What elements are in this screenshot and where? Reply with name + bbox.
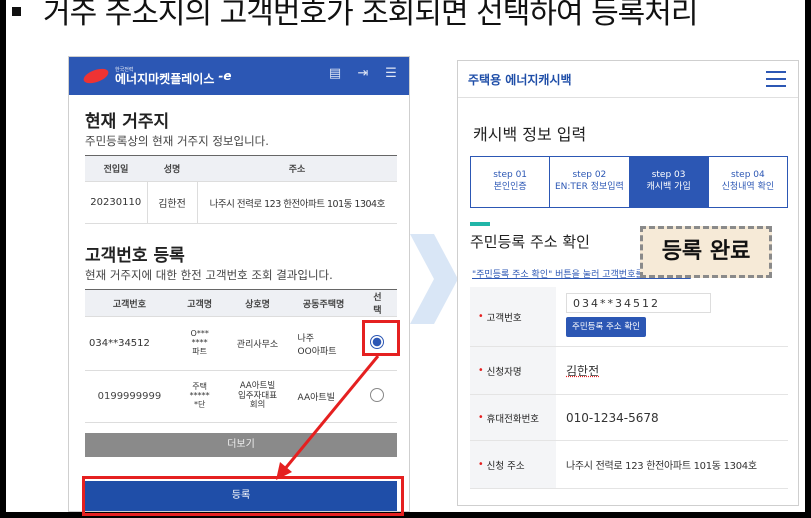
header-move-in-date: 전입일 xyxy=(85,155,147,182)
form-row-customer: • 고객번호 034**34512 주민등록 주소 확인 xyxy=(470,287,788,347)
register-highlight-box xyxy=(82,476,404,516)
more-button[interactable]: 더보기 xyxy=(85,433,397,457)
step-2: step 02 EN:TER 정보입력 xyxy=(550,157,630,207)
customer-number-field[interactable]: 034**34512 xyxy=(566,293,711,313)
step-4: step 04 신청내역 확인 xyxy=(721,170,775,192)
residence-subtitle: 주민등록상의 현재 거주지 정보입니다. xyxy=(85,134,269,148)
applicant-name-value: 김한전 xyxy=(566,364,600,378)
bullet-icon xyxy=(12,7,21,16)
form-row-address: • 신청 주소 나주시 전력로 123 한전아파트 101동 1304호 xyxy=(470,441,788,489)
table-row[interactable]: 0199999999 주택 ***** *단 AA아트빌 입주자대표회의 AA아… xyxy=(85,370,397,423)
menu-icon[interactable]: ☰ xyxy=(383,67,399,81)
customer-number-subtitle: 현재 거주지에 대한 한전 고객번호 조회 결과입니다. xyxy=(85,268,333,282)
phone-value: 010-1234-5678 xyxy=(566,410,659,425)
login-icon[interactable]: ⇥ xyxy=(355,67,371,81)
left-phone-screen: 한국전력 에너지마켓플레이스 -e ▤ ⇥ ☰ 현재 거주지 주민등록상의 현재… xyxy=(68,56,410,512)
table-row: 20230110 김한전 나주시 전력로 123 한전아파트 101동 1304… xyxy=(85,181,397,224)
table-row[interactable]: 034**34512 O*** **** 파트 관리사무소 나주 OO아파트 xyxy=(85,316,397,371)
address-check-title: 주민등록 주소 확인 xyxy=(470,233,590,251)
app-logo: 한국전력 에너지마켓플레이스 xyxy=(115,66,215,86)
application-form: • 고객번호 034**34512 주민등록 주소 확인 • 신청자명 김한전 • 휴… xyxy=(470,287,788,489)
right-phone-screen: 주택용 에너지캐시백 캐시백 정보 입력 step 01 본인인증 step 0… xyxy=(457,60,799,506)
form-row-phone: • 휴대전화번호 010-1234-5678 xyxy=(470,395,788,441)
select-radio[interactable] xyxy=(370,388,385,402)
step-1: step 01 본인인증 xyxy=(471,157,551,207)
slide-title: 거주 주소지의 고객번호가 조회되면 선택하여 등록처리 xyxy=(6,0,698,32)
menu-icon[interactable] xyxy=(766,71,786,92)
list-icon[interactable]: ▤ xyxy=(327,67,343,81)
header-address: 주소 xyxy=(197,155,397,182)
form-row-applicant: • 신청자명 김한전 xyxy=(470,347,788,395)
registration-complete-callout: 등록 완료 xyxy=(640,226,772,278)
radio-highlight-box xyxy=(362,320,400,356)
page-title: 캐시백 정보 입력 xyxy=(473,125,587,144)
logo-e: -e xyxy=(218,69,232,83)
app-title: 주택용 에너지캐시백 xyxy=(468,72,572,87)
step-indicator: step 01 본인인증 step 02 EN:TER 정보입력 step 03… xyxy=(470,156,788,208)
chevron-right-icon xyxy=(410,234,458,324)
header-name: 성명 xyxy=(147,155,197,182)
customer-number-title: 고객번호 등록 xyxy=(85,246,185,266)
residence-title: 현재 거주지 xyxy=(85,112,170,132)
address-check-button[interactable]: 주민등록 주소 확인 xyxy=(566,317,646,337)
app-header: 한국전력 에너지마켓플레이스 -e ▤ ⇥ ☰ xyxy=(69,57,409,95)
address-value: 나주시 전력로 123 한전아파트 101동 1304호 xyxy=(566,461,757,472)
section-accent xyxy=(470,222,490,226)
step-3: step 03 캐시백 가입 xyxy=(629,157,709,207)
customer-number-table: 고객번호 고객명 상호명 공동주택명 선택 034**34512 O*** **… xyxy=(85,289,397,423)
residence-table: 전입일 성명 주소 20230110 김한전 나주시 전력로 123 한전아파트… xyxy=(85,155,397,224)
app-header: 주택용 에너지캐시백 xyxy=(458,61,798,97)
kepco-logo-icon xyxy=(81,65,111,87)
